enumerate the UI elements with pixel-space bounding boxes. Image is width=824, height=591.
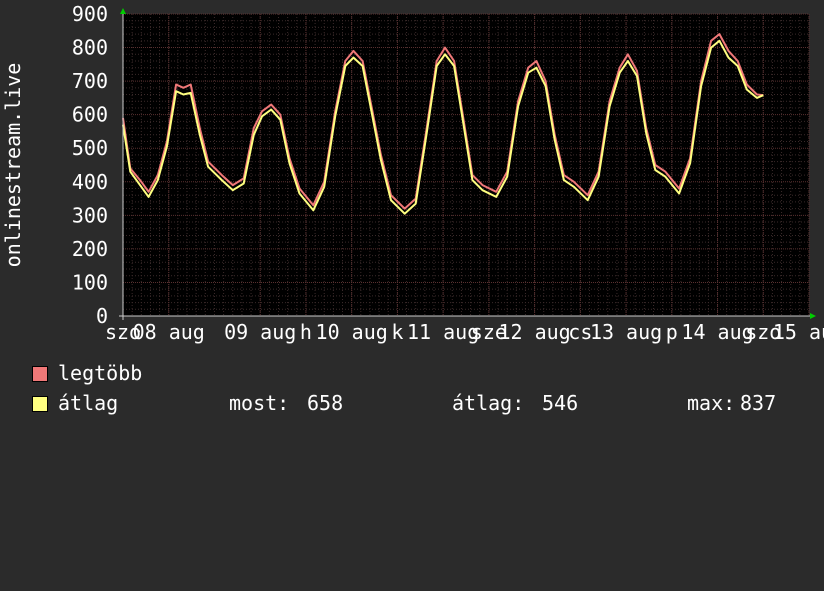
stat-now-label: most: <box>229 391 290 415</box>
stat-avg-label: átlag: <box>452 391 525 415</box>
y-axis-arrow <box>120 8 126 14</box>
y-tick-label: 400 <box>72 170 108 194</box>
x-tick-label: 15 aug <box>773 320 824 344</box>
legend-row-avg: átlag most: 658 átlag: 546 max: 837 <box>32 392 812 414</box>
x-tick-label: k <box>391 320 403 344</box>
x-tick-label: cs <box>568 320 592 344</box>
x-axis-ticks: szo08 aug 09 aug h 10 aug k 11 augsze12 augcs… <box>105 320 824 344</box>
x-tick-label: 13 aug <box>590 320 662 344</box>
y-axis-label: onlinestream.live <box>1 63 25 268</box>
x-axis-arrow <box>810 313 816 319</box>
legend-swatch-avg <box>32 396 48 412</box>
legend-label-max: legtöbb <box>58 361 143 385</box>
legend-swatch-max <box>32 366 48 382</box>
x-tick-label: 10 aug <box>316 320 388 344</box>
y-tick-label: 200 <box>72 237 108 261</box>
legend-label-avg: átlag <box>58 391 119 415</box>
stat-max-label: max: <box>687 391 736 415</box>
legend-row-max: legtöbb <box>32 362 332 384</box>
x-tick-label: 14 aug <box>681 320 753 344</box>
y-tick-label: 900 <box>72 2 108 26</box>
x-tick-label: p <box>666 320 678 344</box>
stat-max-value: 837 <box>740 391 777 415</box>
y-tick-label: 700 <box>72 69 108 93</box>
y-tick-label: 300 <box>72 203 108 227</box>
stat-now-value: 658 <box>307 391 344 415</box>
x-tick-label: h <box>300 320 312 344</box>
y-tick-label: 100 <box>72 270 108 294</box>
x-tick-label: 12 aug <box>498 320 570 344</box>
y-tick-label: 600 <box>72 103 108 127</box>
x-tick-label: 08 aug <box>133 320 205 344</box>
y-tick-label: 800 <box>72 36 108 60</box>
stat-avg-value: 546 <box>542 391 579 415</box>
x-tick-label: 11 aug <box>407 320 479 344</box>
y-axis-ticks: 0100200300400500600700800900 <box>72 2 108 328</box>
y-tick-label: 500 <box>72 136 108 160</box>
x-tick-label: 09 aug <box>224 320 296 344</box>
